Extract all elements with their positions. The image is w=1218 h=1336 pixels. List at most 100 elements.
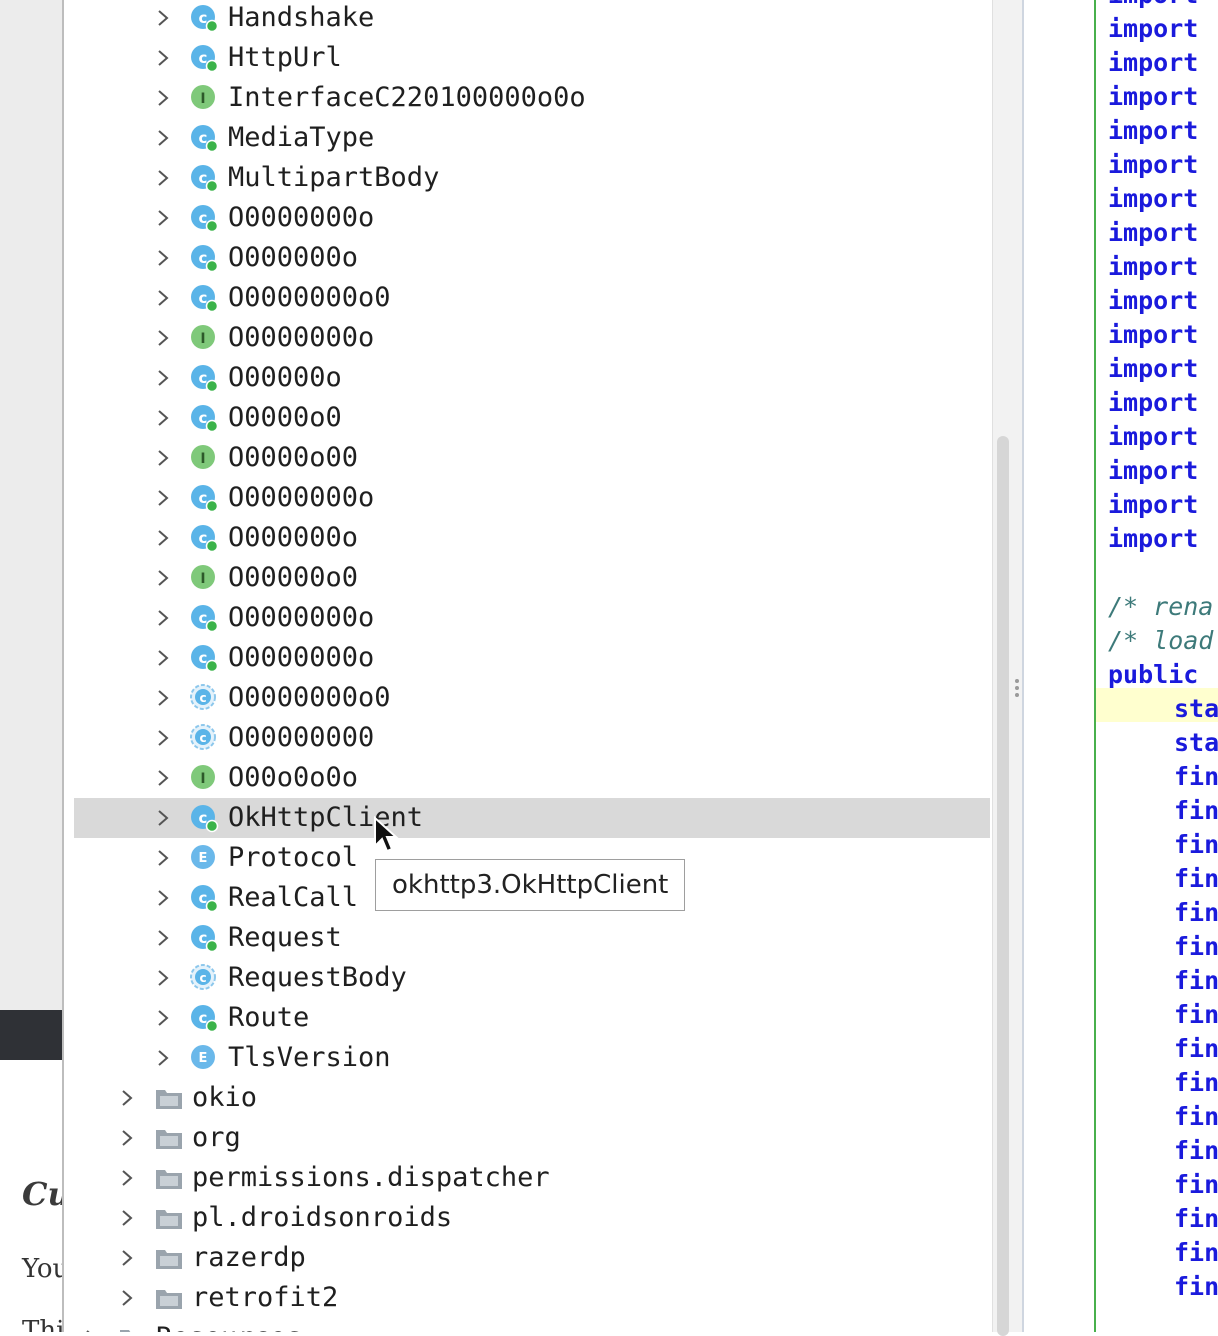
code-line: import: [1108, 456, 1199, 485]
tree-item[interactable]: c O0000000o0: [64, 678, 992, 718]
expand-chevron-icon[interactable]: [152, 1007, 174, 1029]
tree-root-item[interactable]: Resources: [64, 1318, 992, 1332]
tree-item[interactable]: c Handshake: [64, 0, 992, 38]
expand-chevron-icon[interactable]: [152, 807, 174, 829]
scrollbar-thumb[interactable]: [997, 436, 1009, 1336]
expand-chevron-icon[interactable]: [152, 207, 174, 229]
tree-item-label: Request: [228, 922, 342, 953]
expand-chevron-icon[interactable]: [152, 287, 174, 309]
code-line: import: [1108, 422, 1199, 451]
tree-item[interactable]: c O000000o: [64, 238, 992, 278]
tree-vertical-scrollbar[interactable]: [992, 0, 1023, 1336]
expand-chevron-icon[interactable]: [152, 647, 174, 669]
class-icon: c: [189, 643, 219, 673]
expand-chevron-icon[interactable]: [116, 1287, 138, 1309]
class-icon: c: [189, 123, 219, 153]
tree-item-label: O000000o: [228, 522, 359, 553]
svg-text:I: I: [200, 571, 205, 587]
expand-chevron-icon[interactable]: [116, 1087, 138, 1109]
code-line: import: [1108, 388, 1199, 417]
splitter-grip-icon[interactable]: [1014, 676, 1020, 706]
tree-package[interactable]: permissions.dispatcher: [64, 1158, 992, 1198]
tree-item[interactable]: I O0000000o: [64, 318, 992, 358]
expand-chevron-icon[interactable]: [116, 1247, 138, 1269]
tree-item[interactable]: c O00000o: [64, 358, 992, 398]
expand-chevron-icon[interactable]: [152, 447, 174, 469]
tree-item[interactable]: c HttpUrl: [64, 38, 992, 78]
tree-item[interactable]: c O00000000: [64, 718, 992, 758]
expand-chevron-icon[interactable]: [80, 1327, 102, 1332]
tree-package[interactable]: pl.droidsonroids: [64, 1198, 992, 1238]
expand-chevron-icon[interactable]: [152, 767, 174, 789]
tree-package[interactable]: retrofit2: [64, 1278, 992, 1318]
tree-item[interactable]: I O0000o00: [64, 438, 992, 478]
tree-item[interactable]: c RequestBody: [64, 958, 992, 998]
expand-chevron-icon[interactable]: [152, 367, 174, 389]
expand-chevron-icon[interactable]: [152, 87, 174, 109]
expand-chevron-icon[interactable]: [152, 407, 174, 429]
tree-item[interactable]: E TlsVersion: [64, 1038, 992, 1078]
tree-item[interactable]: c MediaType: [64, 118, 992, 158]
tree-item[interactable]: c MultipartBody: [64, 158, 992, 198]
enum-icon: E: [189, 1043, 219, 1073]
panel-splitter[interactable]: [1022, 0, 1024, 1332]
tree-item[interactable]: c O0000000o: [64, 638, 992, 678]
package-icon: [154, 1163, 184, 1193]
expand-chevron-icon[interactable]: [152, 1047, 174, 1069]
decompiler-window: c Handshake c HttpUrl I InterfaceC220100000o0…: [62, 0, 1218, 1336]
svg-text:c: c: [199, 731, 206, 745]
expand-chevron-icon[interactable]: [152, 567, 174, 589]
tree-item-label: RealCall: [228, 882, 359, 913]
class-tree-panel[interactable]: c Handshake c HttpUrl I InterfaceC220100000o0…: [64, 0, 992, 1332]
expand-chevron-icon[interactable]: [116, 1167, 138, 1189]
expand-chevron-icon[interactable]: [152, 927, 174, 949]
tree-item[interactable]: I O00000o0: [64, 558, 992, 598]
expand-chevron-icon[interactable]: [152, 527, 174, 549]
code-editor-panel[interactable]: import import import import import import impo…: [1094, 0, 1218, 1332]
tree-item[interactable]: c O0000000o: [64, 478, 992, 518]
tree-item[interactable]: c O0000000o: [64, 198, 992, 238]
tree-item-label: O0000000o: [228, 602, 375, 633]
svg-text:E: E: [199, 1051, 208, 1066]
expand-chevron-icon[interactable]: [152, 607, 174, 629]
tree-item[interactable]: c O000000o: [64, 518, 992, 558]
tree-item[interactable]: c Request: [64, 918, 992, 958]
tree-package[interactable]: org: [64, 1118, 992, 1158]
tree-item[interactable]: I O00o0o0o: [64, 758, 992, 798]
expand-chevron-icon[interactable]: [152, 727, 174, 749]
expand-chevron-icon[interactable]: [152, 847, 174, 869]
code-line: import: [1108, 490, 1199, 519]
tree-item[interactable]: c O0000000o: [64, 598, 992, 638]
expand-chevron-icon[interactable]: [116, 1207, 138, 1229]
tree-package[interactable]: okio: [64, 1078, 992, 1118]
background-webpage: Cu You Thi: [0, 0, 62, 1332]
expand-chevron-icon[interactable]: [152, 887, 174, 909]
tree-package[interactable]: razerdp: [64, 1238, 992, 1278]
tree-package-label: pl.droidsonroids: [192, 1202, 453, 1233]
expand-chevron-icon[interactable]: [116, 1127, 138, 1149]
expand-chevron-icon[interactable]: [152, 7, 174, 29]
expand-chevron-icon[interactable]: [152, 487, 174, 509]
tree-item[interactable]: c Route: [64, 998, 992, 1038]
code-line: fin: [1174, 1204, 1218, 1233]
tree-item-label: O00000o: [228, 362, 342, 393]
class-icon: c: [189, 283, 219, 313]
expand-chevron-icon[interactable]: [152, 167, 174, 189]
tree-item-label: MultipartBody: [228, 162, 440, 193]
svg-text:I: I: [200, 91, 205, 107]
tree-item[interactable]: c O0000000o0: [64, 278, 992, 318]
mouse-cursor-icon: [374, 816, 399, 853]
tree-item[interactable]: c O0000o0: [64, 398, 992, 438]
expand-chevron-icon[interactable]: [152, 127, 174, 149]
expand-chevron-icon[interactable]: [152, 967, 174, 989]
expand-chevron-icon[interactable]: [152, 247, 174, 269]
background-dark-bar: [0, 1010, 62, 1060]
class-icon: c: [189, 923, 219, 953]
tree-item-selected[interactable]: c OkHttpClient: [74, 798, 990, 838]
expand-chevron-icon[interactable]: [152, 687, 174, 709]
class-icon: c: [189, 403, 219, 433]
tree-package-label: org: [192, 1122, 241, 1153]
expand-chevron-icon[interactable]: [152, 327, 174, 349]
tree-item[interactable]: I InterfaceC220100000o0o: [64, 78, 992, 118]
expand-chevron-icon[interactable]: [152, 47, 174, 69]
